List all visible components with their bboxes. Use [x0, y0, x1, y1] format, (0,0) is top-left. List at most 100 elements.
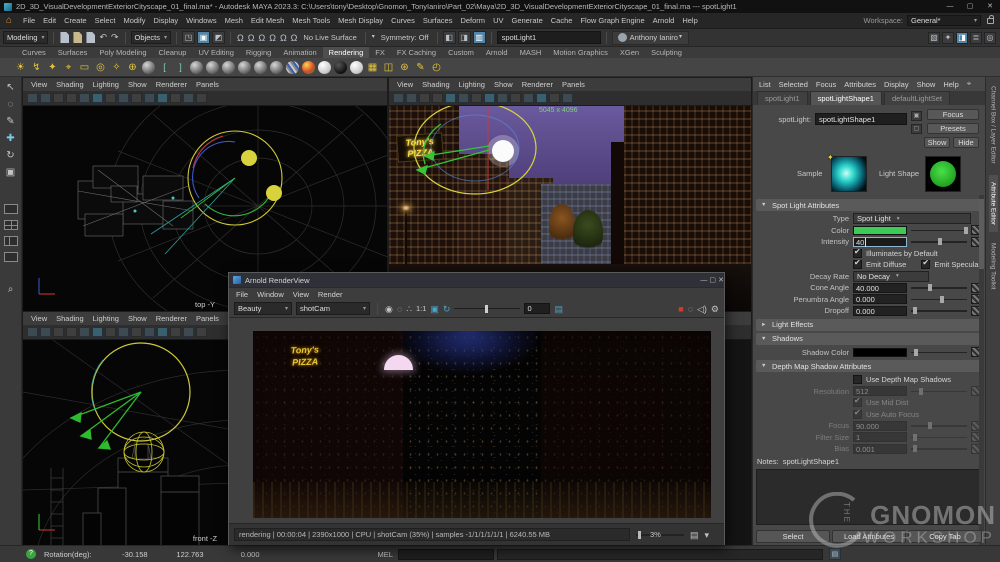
- shelf-icon-layered-shader[interactable]: [350, 61, 363, 74]
- maximize-icon[interactable]: ▢: [960, 0, 980, 13]
- shelf-tab[interactable]: Animation: [277, 47, 322, 58]
- menu-item[interactable]: Arnold: [649, 16, 679, 25]
- slider-handle[interactable]: [928, 284, 932, 291]
- light-type-dropdown[interactable]: Spot Light ▾: [853, 213, 971, 224]
- menu-item[interactable]: UV: [489, 16, 507, 25]
- menu-item[interactable]: Mesh: [221, 16, 247, 25]
- shelf-icon-render-settings[interactable]: ▦: [366, 60, 379, 75]
- shelf-tab[interactable]: Rigging: [240, 47, 277, 58]
- shelf-icon-spot-light[interactable]: ⌖: [62, 60, 75, 75]
- resolution-field[interactable]: 512: [853, 386, 907, 396]
- shelf-icon-lambert[interactable]: [238, 61, 251, 74]
- section-spot-light-attributes[interactable]: ▼ Spot Light Attributes: [756, 199, 982, 211]
- viewport-toolbar-icon[interactable]: [445, 93, 456, 103]
- ae-footer-button[interactable]: Copy Tab: [908, 530, 982, 543]
- shelf-icon-area-light[interactable]: ▭: [78, 60, 91, 75]
- viewport-toolbar-icon[interactable]: [196, 93, 207, 103]
- minimize-icon[interactable]: —: [940, 0, 960, 13]
- command-line-input[interactable]: [398, 549, 494, 560]
- renderview-menu-item[interactable]: Window: [257, 290, 284, 299]
- workspace-lock-icon[interactable]: [987, 18, 994, 24]
- sidebar-vertical-tab[interactable]: Attribute Editor: [989, 175, 998, 232]
- menu-item[interactable]: Cache: [547, 16, 577, 25]
- exposure-field[interactable]: 0: [524, 303, 550, 314]
- filter-size-field[interactable]: 1: [853, 432, 907, 442]
- viewport-menu-item[interactable]: Panels: [562, 80, 585, 89]
- menu-item[interactable]: Deform: [456, 16, 489, 25]
- viewport-toolbar-icon[interactable]: [523, 93, 534, 103]
- slider-handle[interactable]: [914, 349, 918, 356]
- viewport-menu-item[interactable]: View: [397, 80, 413, 89]
- shelf-tab[interactable]: FX: [369, 47, 391, 58]
- section-depth-map-shadows[interactable]: ▼ Depth Map Shadow Attributes: [756, 360, 982, 372]
- close-icon[interactable]: ✕: [718, 277, 724, 284]
- viewport-toolbar-icon[interactable]: [92, 327, 103, 337]
- viewport-menu-item[interactable]: Show: [128, 314, 147, 323]
- viewport-toolbar-icon[interactable]: [471, 93, 482, 103]
- viewport-toolbar-icon[interactable]: [131, 93, 142, 103]
- bias-field[interactable]: 0.001: [853, 444, 907, 454]
- redo-icon[interactable]: ↷: [110, 31, 120, 44]
- shelf-tab[interactable]: Rendering: [323, 47, 370, 58]
- snap-view-plane-icon[interactable]: Ω: [279, 33, 288, 43]
- list-output-icon[interactable]: ▢: [911, 124, 922, 134]
- menu-item[interactable]: Modify: [119, 16, 149, 25]
- sample-swatch[interactable]: ✦: [831, 156, 867, 192]
- menu-item[interactable]: Generate: [507, 16, 546, 25]
- penumbra-angle-slider[interactable]: [911, 294, 967, 304]
- shelf-tab[interactable]: Cleanup: [152, 47, 192, 58]
- shelf-tab[interactable]: Arnold: [480, 47, 514, 58]
- color-slider[interactable]: [911, 225, 967, 235]
- viewport-toolbar-icon[interactable]: [562, 93, 573, 103]
- slider-handle[interactable]: [485, 305, 488, 313]
- stop-render-icon[interactable]: ■: [678, 301, 683, 317]
- ae-scrollbar[interactable]: [979, 195, 984, 545]
- section-shadows[interactable]: ▼ Shadows: [756, 333, 982, 345]
- dropoff-slider[interactable]: [911, 306, 967, 316]
- ae-menu-item[interactable]: Help: [943, 80, 958, 89]
- viewport-menu-item[interactable]: Shading: [422, 80, 450, 89]
- shadow-color-slider[interactable]: [911, 347, 967, 357]
- slider-handle[interactable]: [913, 434, 917, 441]
- minimize-icon[interactable]: —: [700, 277, 707, 284]
- shelf-tab[interactable]: UV Editing: [192, 47, 239, 58]
- selection-mask-selector[interactable]: Objects ▾: [131, 31, 171, 44]
- save-scene-icon[interactable]: [86, 32, 95, 43]
- shadow-color-swatch[interactable]: [853, 348, 907, 357]
- viewport-toolbar-icon[interactable]: [170, 93, 181, 103]
- viewport-toolbar-icon[interactable]: [40, 327, 51, 337]
- live-surface-label[interactable]: No Live Surface: [300, 33, 359, 42]
- illuminates-checkbox[interactable]: ✔: [853, 249, 862, 258]
- shelf-tab[interactable]: Sculpting: [645, 47, 688, 58]
- save-image-icon[interactable]: ▤: [690, 527, 699, 543]
- viewport-menu-item[interactable]: View: [31, 80, 47, 89]
- bias-slider[interactable]: [911, 444, 967, 454]
- snap-grid-icon[interactable]: Ω: [236, 33, 245, 43]
- select-tool-icon[interactable]: ↖: [6, 82, 14, 93]
- view port-toolbar-icon[interactable]: [144, 327, 155, 337]
- shelf-icon-paint-effects[interactable]: ✎: [414, 60, 427, 75]
- zoom-tool-icon[interactable]: ⌕: [8, 284, 14, 295]
- shelf-tab[interactable]: XGen: [614, 47, 645, 58]
- viewport-toolbar-icon[interactable]: [458, 93, 469, 103]
- viewport-menu-item[interactable]: Panels: [196, 314, 219, 323]
- select-hierarchy-icon[interactable]: ◳: [182, 31, 195, 44]
- viewport-toolbar-icon[interactable]: [157, 93, 168, 103]
- maximize-icon[interactable]: ▢: [709, 277, 716, 284]
- renderview-menu-item[interactable]: View: [293, 290, 309, 299]
- shelf-icon-hypershade[interactable]: ◫: [382, 60, 395, 75]
- aov-selector[interactable]: Beauty ▾: [234, 302, 292, 315]
- viewport-toolbar-icon[interactable]: [118, 327, 129, 337]
- audio-notify-icon[interactable]: ◁): [697, 301, 707, 317]
- shelf-icon-ramp-shader[interactable]: [286, 61, 299, 74]
- cone-angle-field[interactable]: 40.000: [853, 283, 907, 293]
- outliner-toggle-icon[interactable]: ▧: [928, 32, 940, 44]
- new-scene-icon[interactable]: [60, 32, 69, 43]
- viewport-toolbar-icon[interactable]: [105, 327, 116, 337]
- viewport-toolbar-icon[interactable]: [406, 93, 417, 103]
- shelf-icon-standard-surface[interactable]: [190, 61, 203, 74]
- start-render-icon[interactable]: ◉: [385, 301, 393, 317]
- menu-item[interactable]: Surfaces: [419, 16, 457, 25]
- shelf-icon-bracket-left[interactable]: [: [158, 60, 171, 75]
- dropoff-field[interactable]: 0.000: [853, 306, 907, 316]
